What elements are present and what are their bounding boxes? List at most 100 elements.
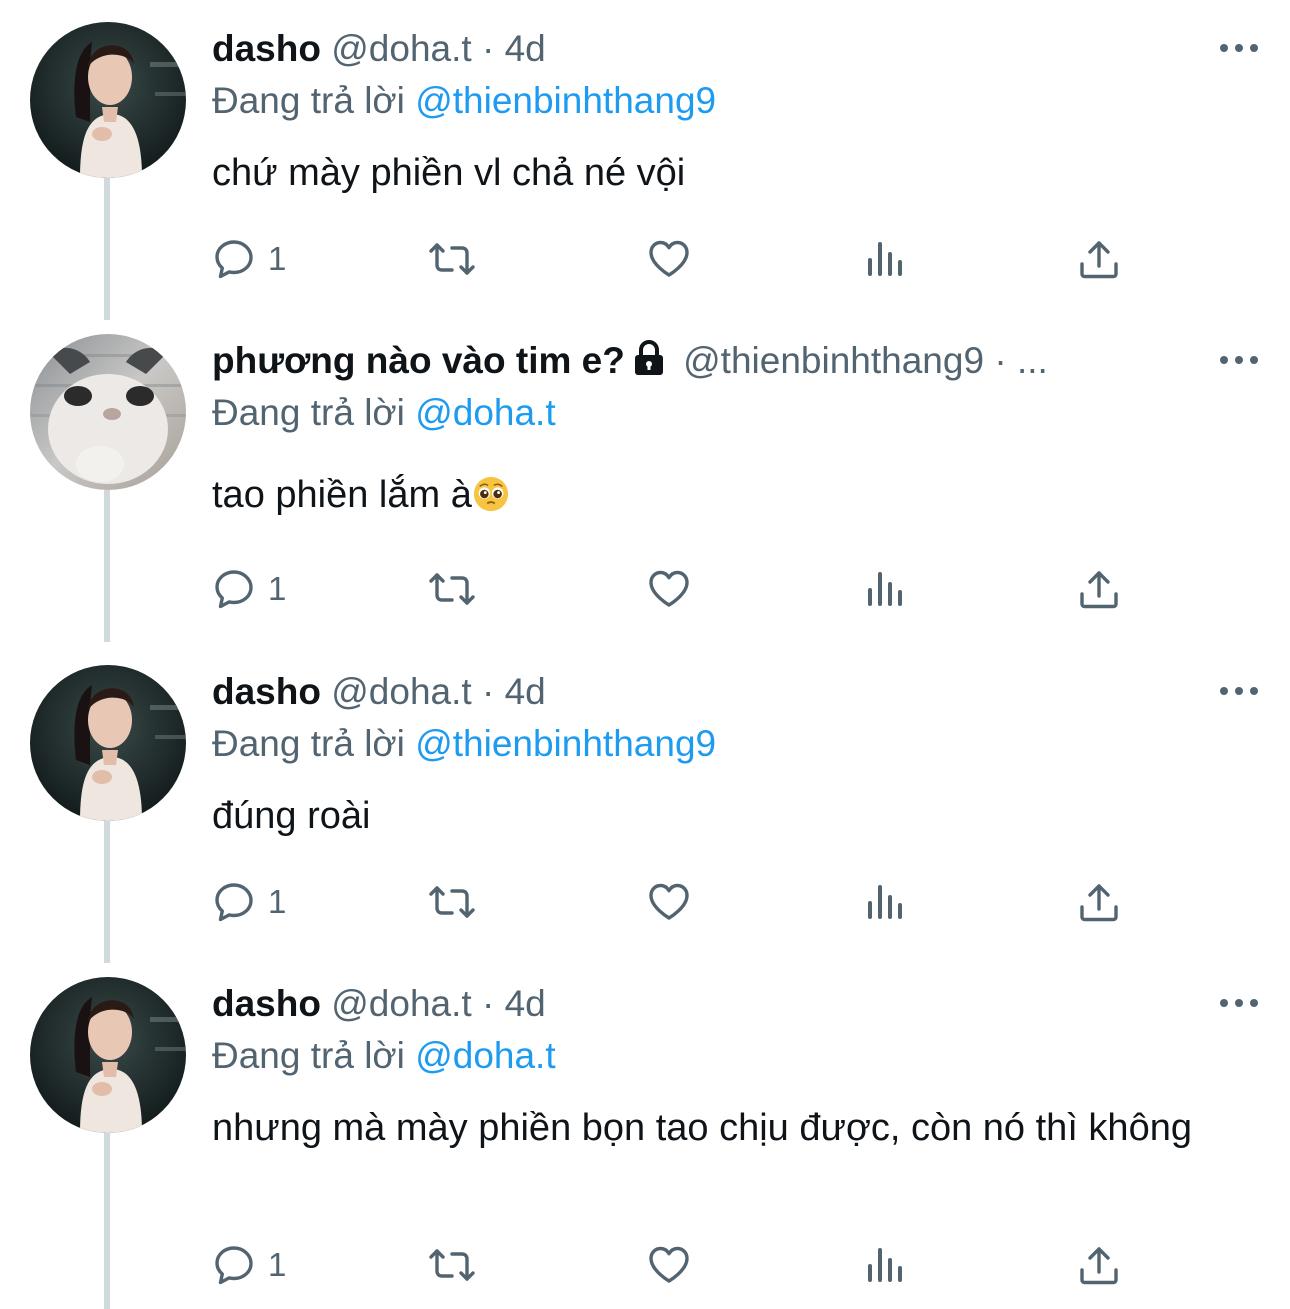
views-icon <box>868 885 902 919</box>
replying-to-label: Đang trả lời <box>212 392 405 433</box>
views-icon <box>868 1248 902 1282</box>
more-icon[interactable] <box>1220 997 1260 1009</box>
thread-line <box>104 490 110 642</box>
retweet-icon <box>429 573 475 605</box>
like-button[interactable] <box>646 564 692 614</box>
reply-count: 1 <box>268 883 287 920</box>
replying-to-label: Đang trả lời <box>212 80 405 121</box>
action-bar: 1 <box>212 877 1152 927</box>
mention-link[interactable]: @thienbinhthang9 <box>415 80 716 121</box>
replying-to: Đang trả lời @thienbinhthang9 <box>212 721 1250 767</box>
tweet[interactable]: phương nào vào tim e? @thienbinhthang9 ·… <box>0 312 1290 642</box>
views-button[interactable] <box>864 234 906 284</box>
retweet-button[interactable] <box>426 564 478 614</box>
like-button[interactable] <box>646 234 692 284</box>
retweet-icon <box>429 243 475 275</box>
more-icon[interactable] <box>1220 42 1260 54</box>
tweet-header: phương nào vào tim e? @thienbinhthang9 ·… <box>212 338 1192 384</box>
tweet-text: nhưng mà mày phiền bọn tao chịu được, cò… <box>212 1107 1192 1149</box>
reply-button[interactable]: 1 <box>212 564 286 614</box>
user-handle[interactable]: @doha.t <box>331 983 471 1024</box>
retweet-icon <box>429 886 475 918</box>
share-icon <box>1080 884 1118 922</box>
avatar[interactable] <box>30 977 186 1133</box>
avatar[interactable] <box>30 334 186 490</box>
views-icon <box>868 242 902 276</box>
more-icon[interactable] <box>1220 685 1260 697</box>
tweet-text: tao phiền lắm à <box>212 470 1250 520</box>
replying-to-label: Đang trả lời <box>212 1035 405 1076</box>
avatar[interactable] <box>30 22 186 178</box>
reply-button[interactable]: 1 <box>212 234 286 284</box>
thread-line <box>104 821 110 963</box>
share-icon <box>1080 1247 1118 1285</box>
views-button[interactable] <box>864 1240 906 1290</box>
like-button[interactable] <box>646 877 692 927</box>
tweet-text: đúng roài <box>212 795 371 837</box>
tweet[interactable]: dasho @doha.t · 4d Đang trả lời @thienbi… <box>0 0 1290 320</box>
retweet-icon <box>429 1249 475 1281</box>
action-bar: 1 <box>212 564 1152 614</box>
display-name[interactable]: dasho <box>212 983 321 1024</box>
display-name[interactable]: dasho <box>212 671 321 712</box>
reply-icon <box>215 1246 253 1285</box>
reply-count: 1 <box>268 570 287 607</box>
share-button[interactable] <box>1078 877 1120 927</box>
tweet-header: dasho @doha.t · 4d <box>212 26 1192 72</box>
share-button[interactable] <box>1078 1240 1120 1290</box>
replying-to: Đang trả lời @doha.t <box>212 390 1250 436</box>
thread-line <box>104 1133 110 1309</box>
heart-icon <box>649 240 689 277</box>
views-button[interactable] <box>864 564 906 614</box>
heart-icon <box>649 570 689 607</box>
heart-icon <box>649 883 689 920</box>
user-handle[interactable]: @doha.t <box>331 671 471 712</box>
share-button[interactable] <box>1078 234 1120 284</box>
reply-icon <box>215 570 253 609</box>
replying-to-label: Đang trả lời <box>212 723 405 764</box>
pleading-face-emoji-icon <box>473 476 508 512</box>
reply-count: 1 <box>268 1246 287 1283</box>
avatar[interactable] <box>30 665 186 821</box>
lock-icon <box>634 340 663 375</box>
tweet[interactable]: dasho @doha.t · 4d Đang trả lời @thienbi… <box>0 643 1290 963</box>
heart-icon <box>649 1246 689 1283</box>
action-bar: 1 <box>212 234 1152 284</box>
retweet-button[interactable] <box>426 877 478 927</box>
separator: · <box>481 28 495 69</box>
replying-to: Đang trả lời @doha.t <box>212 1033 1250 1079</box>
separator: · <box>481 983 495 1024</box>
tweet-text-body: tao phiền lắm à <box>212 474 472 516</box>
display-name[interactable]: dasho <box>212 28 321 69</box>
thread-line <box>104 178 110 320</box>
tweet-text: chứ mày phiền vl chả né vội <box>212 152 686 194</box>
views-button[interactable] <box>864 877 906 927</box>
replying-to: Đang trả lời @thienbinhthang9 <box>212 78 1250 124</box>
mention-link[interactable]: @thienbinhthang9 <box>415 723 716 764</box>
views-icon <box>868 572 902 606</box>
user-handle[interactable]: @doha.t <box>331 28 471 69</box>
reply-icon <box>215 883 253 922</box>
tweet-header: dasho @doha.t · 4d <box>212 669 1192 715</box>
separator: · <box>481 671 495 712</box>
tweet-header: dasho @doha.t · 4d <box>212 981 1192 1027</box>
display-name[interactable]: phương nào vào tim e? <box>212 340 625 381</box>
share-button[interactable] <box>1078 564 1120 614</box>
tweet[interactable]: dasho @doha.t · 4d Đang trả lời @doha.t … <box>0 955 1290 1309</box>
mention-link[interactable]: @doha.t <box>415 392 555 433</box>
share-icon <box>1080 571 1118 609</box>
reply-button[interactable]: 1 <box>212 1240 286 1290</box>
like-button[interactable] <box>646 1240 692 1290</box>
more-icon[interactable] <box>1220 354 1260 366</box>
reply-button[interactable]: 1 <box>212 877 286 927</box>
retweet-button[interactable] <box>426 1240 478 1290</box>
user-handle[interactable]: @thienbinhthang9 <box>683 340 984 381</box>
mention-link[interactable]: @doha.t <box>415 1035 555 1076</box>
retweet-button[interactable] <box>426 234 478 284</box>
timestamp[interactable]: 4d <box>505 28 546 69</box>
share-icon <box>1080 241 1118 279</box>
timestamp[interactable]: 4d <box>505 671 546 712</box>
reply-icon <box>215 240 253 279</box>
timestamp[interactable]: 4d <box>505 983 546 1024</box>
timestamp[interactable]: ... <box>1017 340 1048 381</box>
